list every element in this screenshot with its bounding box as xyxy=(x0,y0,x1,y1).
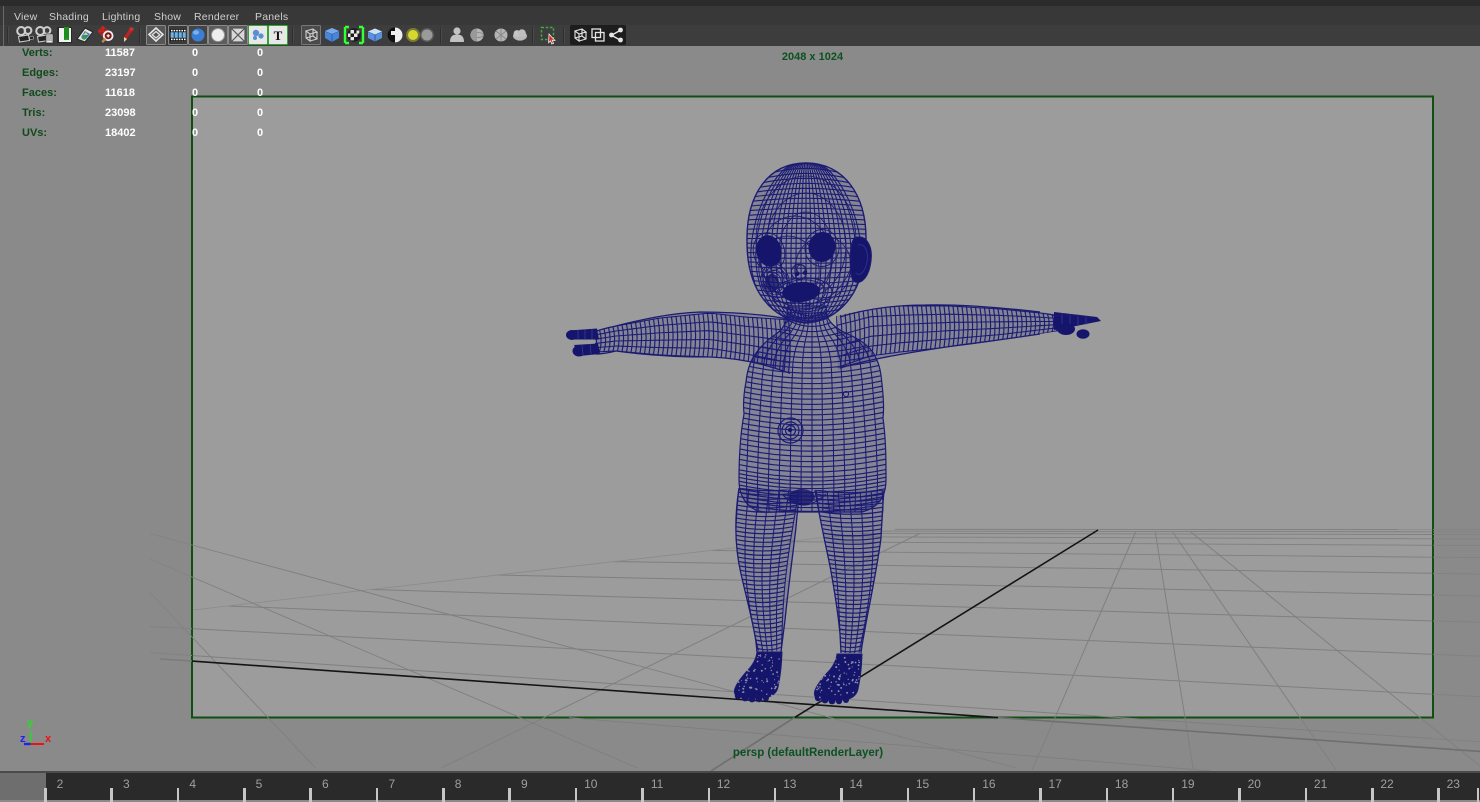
svg-text:y: y xyxy=(27,717,34,729)
svg-text:z: z xyxy=(20,733,26,745)
svg-text:x: x xyxy=(45,733,52,745)
svg-text:T: T xyxy=(274,28,283,43)
